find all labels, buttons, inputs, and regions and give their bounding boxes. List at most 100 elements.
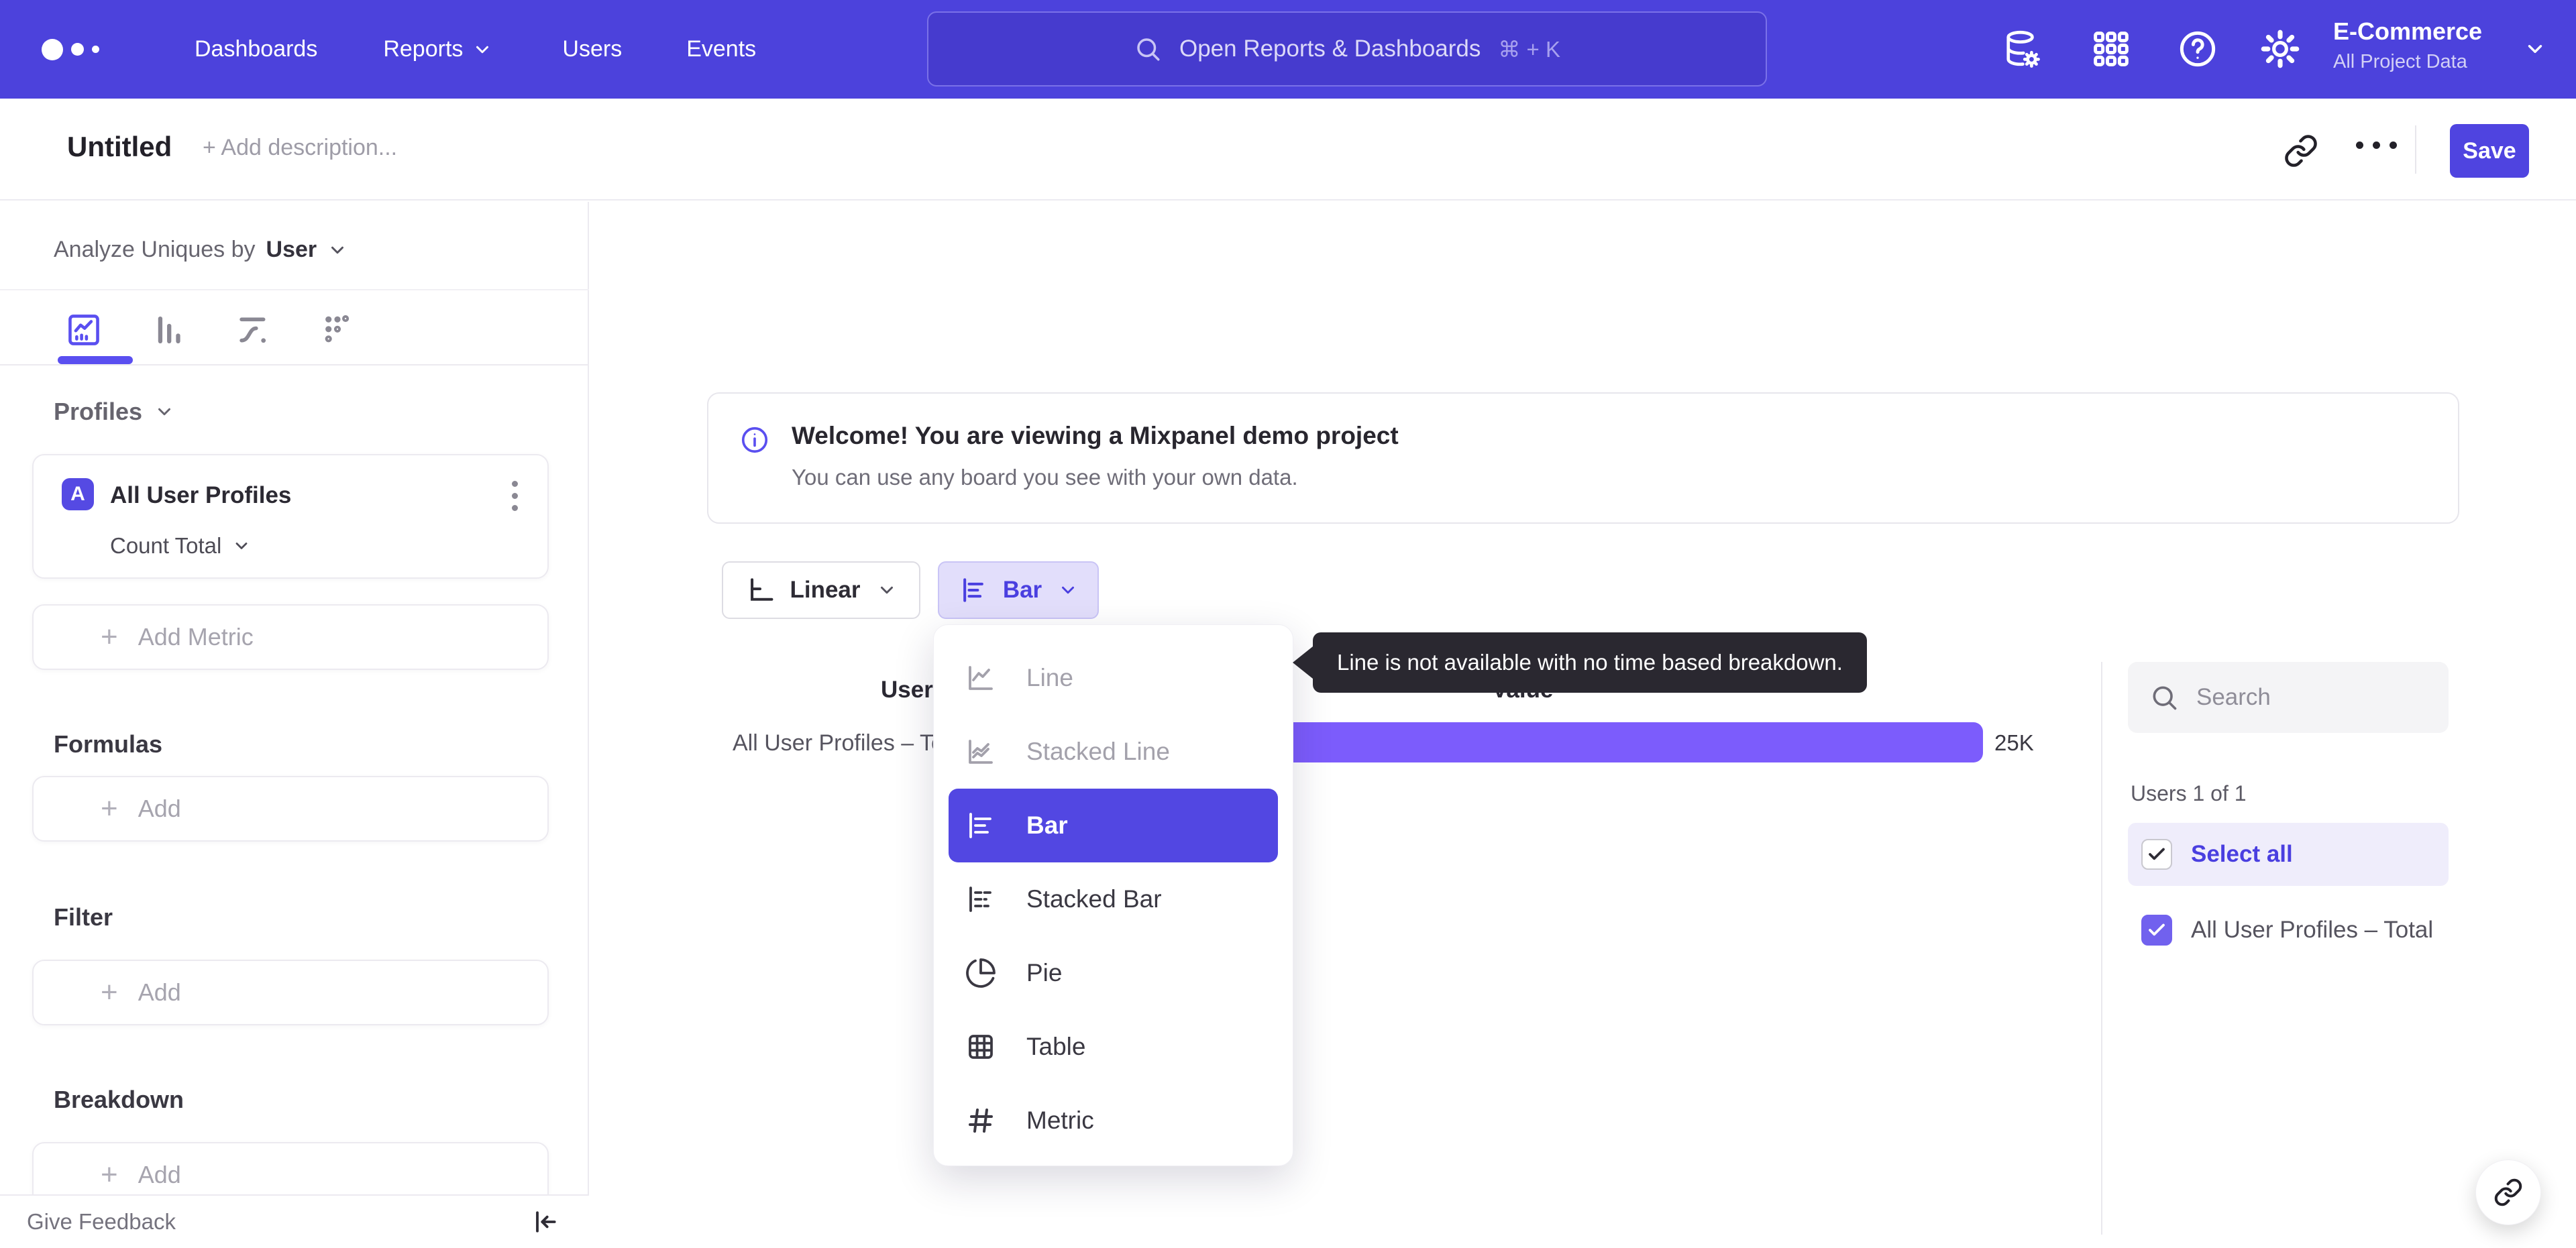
header-divider — [2415, 125, 2416, 174]
analyze-uniques-row: Analyze Uniques by User — [54, 237, 347, 263]
search-shortcut: ⌘ + K — [1498, 36, 1561, 62]
banner-subtitle: You can use any board you see with your … — [792, 465, 1298, 490]
tab-insights-icon[interactable] — [64, 310, 103, 349]
add-filter-label: Add — [138, 978, 181, 1006]
filter-header: Filter — [54, 903, 113, 931]
disabled-option-tooltip: Line is not available with no time based… — [1293, 632, 1867, 693]
metric-badge: A — [62, 478, 94, 510]
chart-type-selector[interactable]: Bar — [938, 561, 1099, 619]
builder-tabs — [0, 304, 589, 365]
sidebar-divider — [0, 289, 589, 290]
chevron-down-icon — [1062, 586, 1075, 594]
metric-name[interactable]: All User Profiles — [110, 482, 291, 509]
chart-type-label: Bar — [1002, 577, 1042, 603]
dropdown-item-table[interactable]: Table — [934, 1010, 1293, 1084]
table-icon — [969, 1035, 993, 1059]
legend-item-row[interactable]: All User Profiles – Total — [2128, 903, 2449, 957]
nav-users[interactable]: Users — [562, 36, 622, 62]
chevron-down-icon — [235, 543, 248, 549]
help-icon[interactable] — [2176, 27, 2220, 71]
legend-item-checkbox[interactable] — [2141, 915, 2172, 946]
dropdown-item-stacked-line[interactable]: Stacked Line — [934, 715, 1293, 789]
nav-reports-label: Reports — [383, 36, 464, 62]
project-name: E-Commerce — [2333, 17, 2483, 45]
select-all-label: Select all — [2191, 841, 2293, 867]
legend-item-label: All User Profiles – Total — [2191, 917, 2434, 943]
formulas-header: Formulas — [54, 730, 163, 758]
select-all-row[interactable]: Select all — [2128, 823, 2449, 886]
tab-retention-icon[interactable] — [318, 310, 357, 349]
metric-kebab-icon[interactable] — [508, 477, 522, 515]
dropdown-item-label: Stacked Bar — [1026, 885, 1162, 913]
scale-selector[interactable]: Linear — [722, 561, 920, 619]
dropdown-item-label: Line — [1026, 664, 1073, 691]
bar-chart-icon — [963, 578, 983, 602]
report-header: Untitled + Add description... Save — [0, 99, 2576, 201]
plus-icon: + — [101, 620, 118, 653]
metric-aggregation[interactable]: Count Total — [110, 533, 251, 559]
nav-reports[interactable]: Reports — [383, 36, 492, 62]
dropdown-item-metric[interactable]: Metric — [934, 1084, 1293, 1157]
give-feedback-link[interactable]: Give Feedback — [27, 1209, 176, 1235]
settings-gear-icon[interactable] — [2258, 27, 2302, 71]
check-icon — [2149, 923, 2165, 936]
nav-events[interactable]: Events — [686, 36, 756, 62]
mixpanel-logo-icon — [42, 38, 115, 60]
select-all-checkbox[interactable] — [2141, 839, 2172, 870]
dropdown-item-label: Metric — [1026, 1107, 1094, 1134]
tooltip-text: Line is not available with no time based… — [1313, 632, 1867, 693]
add-breakdown-label: Add — [138, 1161, 181, 1188]
dropdown-item-label: Pie — [1026, 959, 1063, 986]
chart-bar-value: 25K — [1994, 730, 2034, 755]
report-title[interactable]: Untitled — [67, 131, 172, 163]
copy-link-icon[interactable] — [2284, 133, 2318, 168]
add-filter-button[interactable]: + Add — [32, 960, 549, 1025]
share-link-fab[interactable] — [2475, 1159, 2541, 1225]
collapse-sidebar-icon[interactable] — [530, 1207, 559, 1237]
global-search[interactable]: Open Reports & Dashboards ⌘ + K — [927, 11, 1767, 87]
dropdown-item-label: Table — [1026, 1033, 1086, 1060]
check-icon — [2149, 848, 2165, 860]
chevron-down-icon[interactable] — [327, 240, 347, 260]
tab-funnels-icon[interactable] — [149, 310, 188, 349]
legend-search[interactable] — [2128, 662, 2449, 733]
add-description[interactable]: + Add description... — [203, 135, 397, 161]
dropdown-item-pie[interactable]: Pie — [934, 936, 1293, 1010]
sidebar-footer: Give Feedback — [0, 1194, 589, 1248]
dropdown-item-bar[interactable]: Bar — [949, 789, 1278, 862]
nav-dashboards[interactable]: Dashboards — [195, 36, 317, 62]
project-switcher[interactable]: E-Commerce All Project Data — [2333, 17, 2482, 73]
link-icon — [2494, 1178, 2522, 1206]
project-scope: All Project Data — [2333, 51, 2467, 72]
breakdown-header: Breakdown — [54, 1086, 184, 1113]
data-management-icon[interactable] — [1999, 27, 2043, 71]
pie-chart-icon — [966, 958, 996, 988]
plus-icon: + — [101, 976, 118, 1009]
demo-banner: Welcome! You are viewing a Mixpanel demo… — [707, 392, 2459, 524]
profiles-section-header[interactable]: Profiles — [54, 398, 174, 426]
chevron-down-icon — [476, 46, 489, 53]
more-options-icon[interactable] — [2356, 141, 2397, 149]
analyze-value[interactable]: User — [266, 237, 317, 263]
dropdown-item-line[interactable]: Line — [934, 641, 1293, 715]
save-button[interactable]: Save — [2450, 124, 2529, 178]
chevron-down-icon — [2528, 45, 2542, 53]
add-metric-button[interactable]: + Add Metric — [32, 604, 549, 670]
scale-label: Linear — [790, 577, 861, 603]
search-icon — [2153, 686, 2177, 710]
add-formula-button[interactable]: + Add — [32, 776, 549, 842]
legend-search-input[interactable] — [2196, 684, 2424, 711]
query-builder-sidebar: Analyze Uniques by User Profiles A All U… — [0, 202, 589, 1248]
stacked-bar-chart-icon — [969, 887, 991, 912]
linear-scale-icon — [751, 578, 773, 601]
metric-aggregation-label: Count Total — [110, 533, 222, 558]
metric-hash-icon — [969, 1109, 993, 1133]
dropdown-item-stacked-bar[interactable]: Stacked Bar — [934, 862, 1293, 936]
tooltip-arrow — [1293, 646, 1313, 679]
apps-grid-icon[interactable] — [2089, 27, 2133, 71]
legend-count: Users 1 of 1 — [2131, 781, 2247, 805]
dropdown-item-label: Stacked Line — [1026, 738, 1170, 765]
top-nav: Dashboards Reports Users Events Open Rep… — [0, 0, 2576, 99]
legend-divider — [2101, 662, 2102, 1235]
tab-flows-icon[interactable] — [233, 310, 272, 349]
